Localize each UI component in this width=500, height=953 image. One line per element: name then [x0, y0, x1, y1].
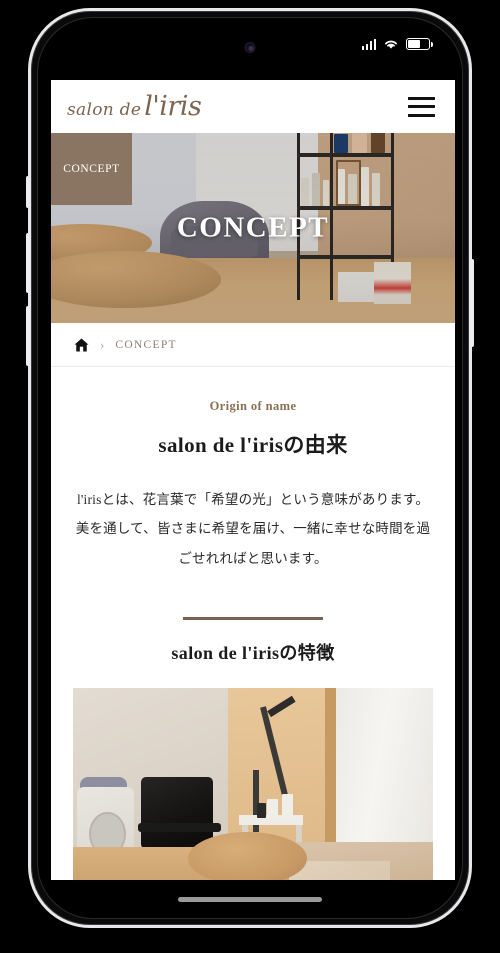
volume-up-button[interactable]	[26, 233, 30, 293]
breadcrumb: › CONCEPT	[51, 323, 455, 367]
front-camera-icon	[244, 42, 256, 53]
cellular-signal-icon	[361, 38, 376, 50]
hero-category-badge: CONCEPT	[51, 133, 132, 205]
section-eyebrow: Origin of name	[209, 399, 297, 413]
hamburger-menu-icon[interactable]	[408, 96, 435, 117]
chevron-right-icon: ›	[100, 337, 105, 352]
status-icons	[361, 28, 433, 50]
page-title: CONCEPT	[176, 211, 330, 244]
section-heading: salon de l'irisの由来	[158, 433, 348, 457]
home-icon[interactable]	[74, 338, 89, 352]
battery-icon	[406, 38, 433, 50]
site-header: salon de l'iris	[51, 80, 455, 133]
features-heading: salon de l'irisの特徴	[171, 643, 335, 664]
power-button[interactable]	[470, 259, 474, 347]
home-indicator[interactable]	[178, 897, 322, 902]
phone-mockup: salon de l'iris CONCEPT CONCEPT › CONCEP…	[26, 8, 474, 928]
section-body-text: l'irisとは、花言葉で「希望の光」という意味があります。美を通して、皆さまに…	[75, 492, 431, 566]
section-divider	[183, 617, 323, 621]
page-hero: CONCEPT CONCEPT	[51, 133, 455, 323]
site-logo[interactable]: salon de l'iris	[67, 91, 202, 122]
silence-switch[interactable]	[26, 176, 30, 208]
browser-viewport: salon de l'iris CONCEPT CONCEPT › CONCEP…	[51, 80, 455, 880]
volume-down-button[interactable]	[26, 306, 30, 366]
site-logo-name: l'iris	[144, 91, 202, 122]
wifi-icon	[385, 40, 397, 49]
phone-screen: salon de l'iris CONCEPT CONCEPT › CONCEP…	[37, 17, 463, 919]
feature-photo-wrapper	[73, 688, 433, 880]
site-logo-prefix: salon de	[67, 100, 142, 120]
main-content: Origin of name salon de l'irisの由来 l'iris…	[51, 367, 455, 880]
feature-photo	[73, 688, 433, 880]
breadcrumb-current-page: CONCEPT	[115, 338, 177, 351]
